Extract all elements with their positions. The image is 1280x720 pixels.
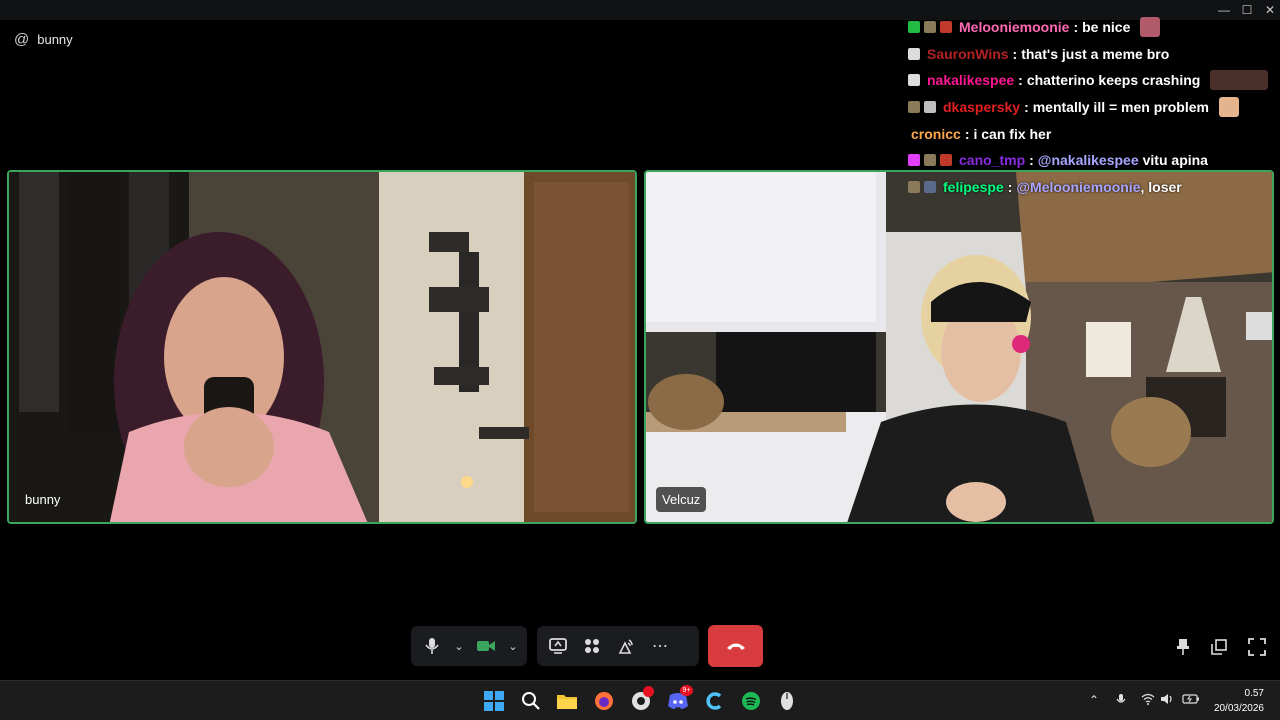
mod-badge-icon: [940, 154, 952, 167]
chat-mention[interactable]: @nakalikespee: [1038, 152, 1139, 168]
ccleaner-icon[interactable]: [702, 689, 726, 713]
chat-message: felipespe : @Melooniemoonie , loser: [908, 174, 1280, 201]
chat-separator: :: [964, 125, 970, 142]
participant-name-velcuz: Velcuz: [656, 487, 707, 512]
video-feed: [646, 172, 1272, 522]
microphone-icon[interactable]: [415, 629, 449, 663]
sub-badge-icon: [908, 101, 920, 114]
chat-message: nakalikespee : chatterino keeps crashing: [908, 67, 1280, 94]
chevron-up-icon[interactable]: ⌃: [1089, 693, 1099, 707]
search-icon[interactable]: [519, 689, 543, 713]
chat-message: Melooniemoonie : be nice: [908, 14, 1280, 41]
verified-badge-icon: [908, 21, 920, 34]
chat-username[interactable]: dkaspersky: [943, 99, 1020, 115]
chat-text: that's just a meme bro: [1021, 45, 1170, 62]
screen-share-icon[interactable]: [541, 629, 575, 663]
participant-name-bunny: bunny: [25, 492, 61, 507]
chevron-down-icon[interactable]: ⌄: [449, 629, 469, 663]
chat-separator: :: [1024, 99, 1029, 116]
chat-separator: :: [1018, 72, 1023, 89]
mod-badge-icon: [940, 21, 952, 34]
soundboard-icon[interactable]: [609, 629, 643, 663]
windows-start-icon[interactable]: [482, 689, 506, 713]
popout-icon[interactable]: [1206, 634, 1232, 660]
chat-mention[interactable]: @Melooniemoonie: [1016, 179, 1140, 195]
microphone-tray-icon[interactable]: [1116, 693, 1126, 710]
emote-icon: [1218, 97, 1239, 118]
chat-separator: :: [1007, 178, 1013, 195]
mute-badge-icon: [908, 74, 920, 87]
pin-icon[interactable]: [1170, 634, 1196, 660]
chevron-down-icon[interactable]: ⌄: [503, 629, 523, 663]
chat-username[interactable]: nakalikespee: [927, 72, 1014, 88]
chat-username[interactable]: cano_tmp: [959, 152, 1025, 168]
chat-text: chatterino keeps crashing: [1026, 72, 1201, 89]
windows-taskbar: 9+ ⌃ 0.57 20/03/2026: [0, 680, 1280, 720]
chat-message: dkaspersky : mentally ill = men problem: [908, 94, 1280, 121]
hangup-icon: [726, 643, 745, 650]
battery-icon[interactable]: [1182, 693, 1200, 708]
spotify-icon[interactable]: [739, 689, 763, 713]
mute-badge-icon: [908, 47, 920, 60]
chat-username[interactable]: felipespe: [943, 179, 1004, 195]
video-tile-velcuz[interactable]: Velcuz: [644, 170, 1274, 524]
heart-badge-icon: [908, 154, 920, 167]
bits-badge-icon: [924, 101, 936, 114]
video-tile-bunny[interactable]: bunny: [7, 170, 637, 524]
clock-time: 0.57: [1244, 688, 1264, 699]
chat-text: mentally ill = men problem: [1032, 99, 1209, 116]
activities-icon[interactable]: [575, 629, 609, 663]
audio-video-controls: ⌄ ⌄: [411, 626, 527, 666]
channel-name: bunny: [37, 32, 73, 47]
chat-separator: :: [1012, 45, 1018, 62]
firefox-icon[interactable]: [592, 689, 616, 713]
mouse-app-icon[interactable]: [775, 689, 799, 713]
fullscreen-icon[interactable]: [1244, 634, 1270, 660]
chat-overlay: Melooniemoonie : be nice SauronWins : th…: [908, 14, 1280, 200]
discord-icon[interactable]: 9+: [666, 685, 693, 713]
at-icon: @: [14, 31, 30, 48]
chat-username[interactable]: Melooniemoonie: [959, 19, 1069, 35]
clock[interactable]: 0.57 20/03/2026: [1214, 686, 1264, 716]
sub-badge-icon: [908, 180, 920, 193]
channel-header: @ bunny: [14, 31, 73, 48]
chat-separator: :: [1073, 19, 1079, 36]
wifi-icon[interactable]: [1141, 693, 1155, 708]
emote-icon: [1140, 17, 1161, 38]
video-camera-icon[interactable]: [469, 629, 503, 663]
mod-badge-icon: [924, 180, 936, 193]
file-explorer-icon[interactable]: [555, 689, 579, 713]
hangup-button[interactable]: [708, 625, 763, 667]
video-feed: [9, 172, 635, 522]
chat-text: vitu apina: [1142, 152, 1208, 169]
chat-text: , loser: [1140, 178, 1182, 195]
chat-text: i can fix her: [973, 125, 1052, 142]
notification-dot: [643, 686, 654, 697]
chat-text: be nice: [1082, 19, 1131, 36]
volume-icon[interactable]: [1160, 693, 1174, 708]
chat-message: cronicc : i can fix her: [908, 120, 1280, 147]
chat-username[interactable]: cronicc: [911, 126, 961, 142]
sub-badge-icon: [924, 21, 936, 34]
more-icon[interactable]: ⋯: [643, 629, 677, 663]
chat-separator: :: [1029, 152, 1034, 169]
chrome-icon[interactable]: [629, 686, 654, 713]
chat-message: SauronWins : that's just a meme bro: [908, 41, 1280, 68]
chat-username[interactable]: SauronWins: [927, 46, 1009, 62]
discord-badge: 9+: [680, 685, 693, 696]
emote-icon: [1210, 70, 1269, 91]
chat-message: cano_tmp : @nakalikespee vitu apina: [908, 147, 1280, 174]
sub-badge-icon: [924, 154, 936, 167]
clock-date: 20/03/2026: [1213, 703, 1264, 714]
activity-controls: ⋯: [537, 626, 699, 666]
